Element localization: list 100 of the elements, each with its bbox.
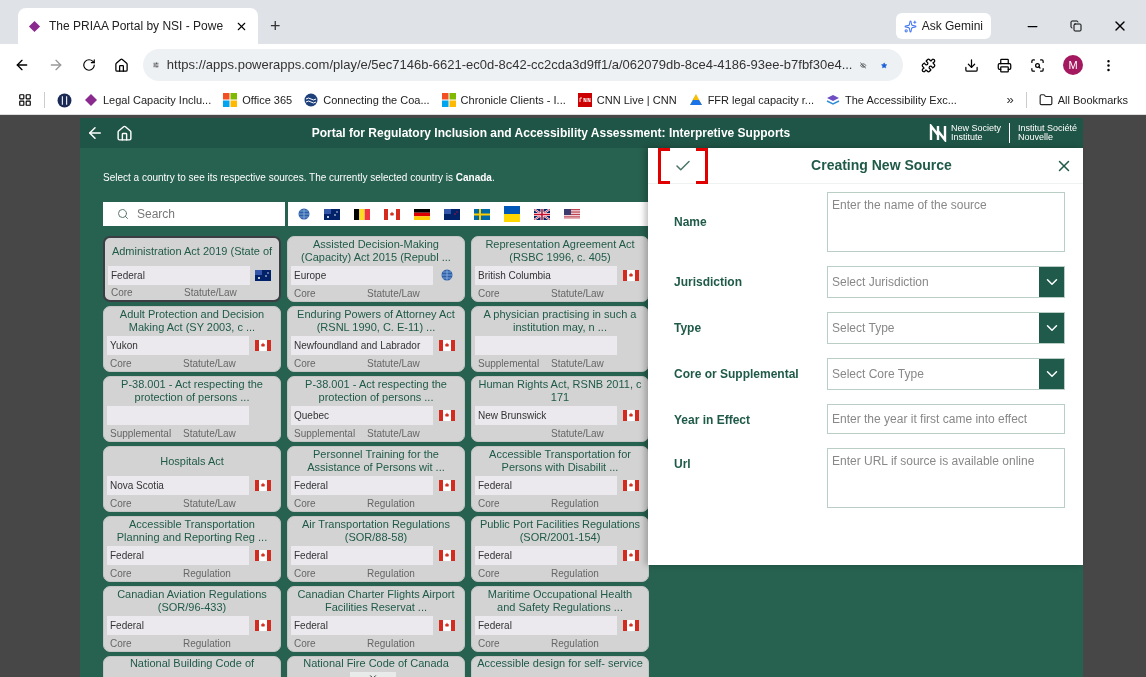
source-title: National Building Code of: [129, 657, 255, 670]
profile-avatar[interactable]: M: [1063, 55, 1083, 75]
core-label: Supplemental: [294, 427, 356, 439]
bookmark-item[interactable]: CNN Live | CNN: [577, 91, 677, 109]
home-icon[interactable]: [114, 57, 129, 73]
source-title: Planning and Reporting Reg ...: [116, 531, 268, 545]
country-flag-button[interactable]: [324, 208, 340, 220]
type-label: Regulation: [551, 496, 599, 511]
source-card[interactable]: Canadian Charter Flights Airport Facilities Reservat ... Federal Core Regulation: [287, 586, 465, 652]
source-card[interactable]: P-38.001 - Act respecting the protection of persons ... Supplemental Statute/Law: [103, 376, 281, 442]
country-flag-button[interactable]: [444, 208, 460, 220]
dropdown[interactable]: Select Jurisdiction: [827, 266, 1065, 298]
search-field[interactable]: Search: [103, 202, 285, 226]
save-button[interactable]: [658, 147, 708, 184]
source-card[interactable]: Canadian Aviation Regulations (SOR/96-433) Federal Core Regulation: [103, 586, 281, 652]
source-card[interactable]: Air Transportation Regulations (SOR/88-58) Federal Core Regulation: [287, 516, 465, 582]
scan-icon[interactable]: [1030, 57, 1045, 73]
flag-icon: [534, 208, 550, 220]
type-label: Regulation: [183, 566, 231, 581]
print-icon[interactable]: [997, 57, 1012, 73]
placeholder-text: Enter the name of the source: [831, 197, 988, 214]
text-area[interactable]: Enter URL if source is available online: [827, 448, 1065, 508]
placeholder-text: Select Jurisdiction: [831, 274, 930, 291]
country-flag-button[interactable]: [534, 208, 550, 220]
country-flag-button[interactable]: [298, 208, 310, 220]
core-label: Core: [294, 567, 316, 579]
source-card[interactable]: Adult Protection and Decision Making Act (SY 2003, c ... Yukon Core Statute/Law: [103, 306, 281, 372]
flag-icon: [439, 479, 455, 491]
puzzle-icon[interactable]: [921, 57, 936, 73]
field-label: Year in Effect: [674, 412, 751, 429]
circle-logo-icon[interactable]: [57, 92, 72, 108]
dropdown[interactable]: Select Core Type: [827, 358, 1065, 390]
new-tab-button[interactable]: +: [258, 8, 293, 44]
source-card[interactable]: Accessible Transportation for Persons with Disabilit ... Federal Core Regulation: [471, 446, 649, 512]
source-card[interactable]: Accessible design for self- service: [471, 656, 649, 677]
flag-icon: [623, 619, 639, 631]
source-card[interactable]: Enduring Powers of Attorney Act (RSNL 1990, C. E-11) ... Newfoundland and Labrador Core Statute/Law: [287, 306, 465, 372]
source-card[interactable]: National Building Code of: [103, 656, 281, 677]
source-card[interactable]: Representation Agreement Act (RSBC 1996, c. 405) British Columbia Core Statute/Law: [471, 236, 649, 302]
bookmark-item[interactable]: Connecting the Coa...: [304, 91, 430, 109]
source-card[interactable]: A physician practising in such a institution may, n ... Supplemental Statute/Law: [471, 306, 649, 372]
source-card[interactable]: Public Port Facilities Regulations (SOR/2001-154) Federal Core Regulation: [471, 516, 649, 582]
all-bookmarks-item[interactable]: All Bookmarks: [1038, 91, 1128, 109]
bookmark-item[interactable]: Chronicle Clients - I...: [441, 91, 566, 109]
bookmark-item[interactable]: Office 365: [223, 91, 293, 109]
placeholder-text: Enter URL if source is available online: [831, 453, 1036, 470]
source-card[interactable]: Hospitals Act Nova Scotia Core Statute/Law: [103, 446, 281, 512]
flag-icon: [504, 206, 520, 222]
back-icon[interactable]: [86, 124, 104, 142]
core-label: Core: [294, 497, 316, 509]
more-bookmarks-button[interactable]: »: [1006, 90, 1014, 110]
source-title: Hospitals Act: [160, 454, 224, 468]
source-card[interactable]: Administration Act 2019 (State of Federal Core Statute/Law: [103, 236, 281, 302]
back-icon[interactable]: [14, 57, 30, 73]
source-title: (SOR/2001-154): [519, 531, 601, 545]
source-card[interactable]: Maritime Occupational Health and Safety Regulations ... Federal Core Regulation: [471, 586, 649, 652]
text-area[interactable]: Enter the name of the source: [827, 192, 1065, 252]
restore-icon[interactable]: [1070, 20, 1082, 32]
type-label: Statute/Law: [183, 426, 236, 441]
flag-icon: [439, 619, 455, 631]
jurisdiction-field: Europe: [291, 265, 433, 285]
field-label: Name: [674, 214, 707, 231]
dropdown[interactable]: Select Type: [827, 312, 1065, 344]
gemini-button[interactable]: Ask Gemini: [895, 13, 991, 39]
reload-icon[interactable]: [82, 58, 96, 72]
source-card[interactable]: P-38.001 - Act respecting the protection of persons ... Quebec Supplemental Statute/Law: [287, 376, 465, 442]
cnn-logo-icon: [577, 93, 592, 107]
bookmark-item[interactable]: Legal Capacity Inclu...: [84, 91, 212, 109]
source-title: protection of persons ...: [134, 391, 250, 405]
country-flag-button[interactable]: [354, 208, 370, 220]
type-label: Statute/Law: [551, 286, 604, 301]
source-card[interactable]: Personnel Training for the Assistance of Persons wit ... Federal Core Regulation: [287, 446, 465, 512]
core-label: Core: [478, 287, 500, 299]
bookmark-item[interactable]: The Accessibility Exc...: [826, 91, 957, 109]
input-field[interactable]: Enter the year it first came into effect: [827, 404, 1065, 434]
source-title: Enduring Powers of Attorney Act: [297, 308, 455, 322]
country-flag-button[interactable]: [564, 208, 580, 220]
type-label: Statute/Law: [183, 356, 236, 371]
forward-icon[interactable]: [48, 57, 64, 73]
flag-icon: [439, 339, 455, 351]
source-title: Accessible design for self- service: [477, 657, 643, 670]
address-bar[interactable]: https://apps.powerapps.com/play/e/5ec7146b-6621-ec0d-8c42-cc2cda3d9ff1/a/062079db-8ce4-4186-93ee-b7fbf30e4...: [143, 49, 903, 81]
source-card[interactable]: National Fire Code of Canada: [287, 656, 465, 677]
apps-grid-icon[interactable]: [18, 93, 32, 107]
type-label: Regulation: [551, 566, 599, 581]
download-icon[interactable]: [964, 57, 979, 73]
country-flag-button[interactable]: [414, 208, 430, 220]
source-title: Canadian Aviation Regulations: [117, 588, 267, 602]
bookmark-item[interactable]: FFR legal capacity r...: [688, 91, 814, 109]
source-title: A physician practising in such a: [483, 308, 637, 322]
placeholder-text: Select Type: [831, 320, 896, 337]
dialog-title: Creating New Source: [810, 156, 953, 175]
flag-icon: [255, 619, 271, 631]
flag-icon: [439, 409, 455, 421]
browser-tab[interactable]: The PRIAA Portal by NSI - Powe: [18, 8, 258, 44]
source-card[interactable]: Human Rights Act, RSNB 2011, c 171 New Brunswick Statute/Law: [471, 376, 649, 442]
squares-icon: [223, 93, 238, 107]
field-label: Core or Supplemental: [674, 366, 799, 383]
source-card[interactable]: Assisted Decision-Making (Capacity) Act 2015 (Republ ... Europe Core Statute/Law: [287, 236, 465, 302]
source-card[interactable]: Accessible Transportation Planning and Reporting Reg ... Federal Core Regulation: [103, 516, 281, 582]
